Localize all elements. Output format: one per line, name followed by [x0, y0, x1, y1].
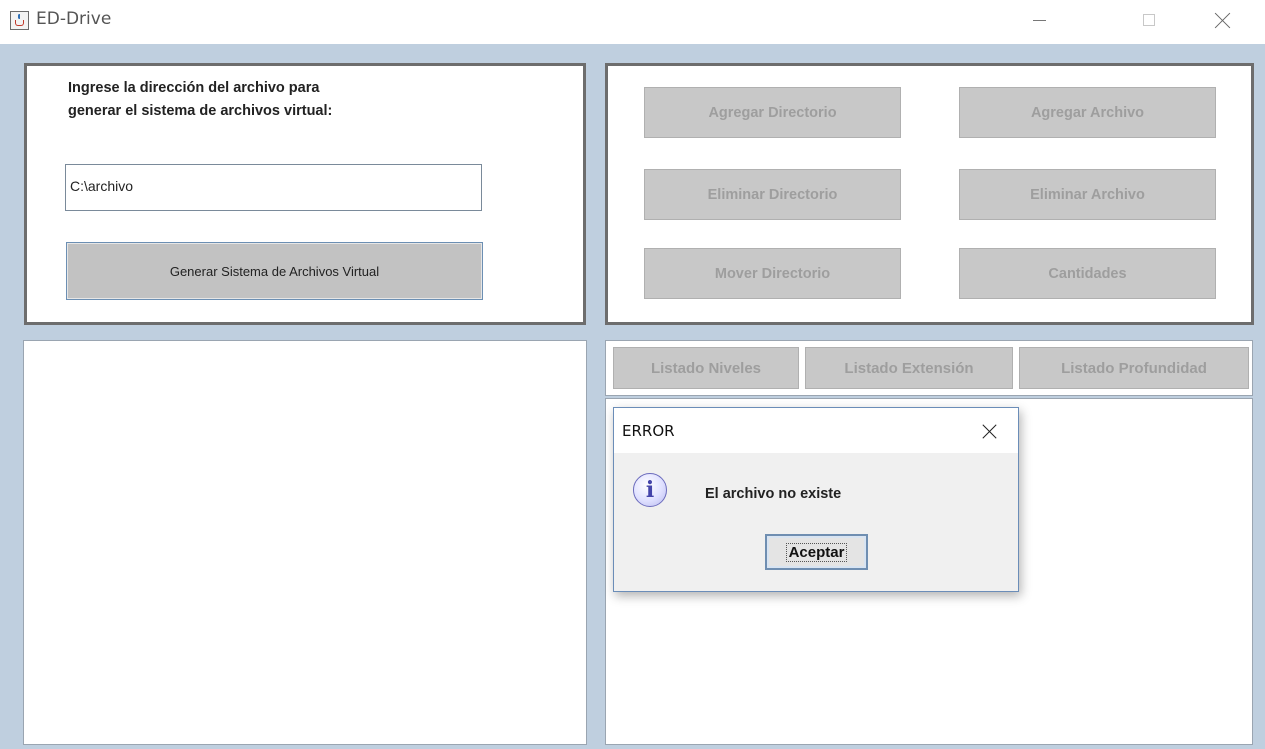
ok-button-label: Aceptar — [785, 542, 848, 562]
add-directory-button[interactable]: Agregar Directorio — [644, 87, 901, 138]
close-button[interactable] — [1200, 0, 1246, 40]
listing-tabs-panel: Listado Niveles Listado Extensión Listad… — [605, 340, 1253, 396]
dialog-message: El archivo no existe — [705, 486, 842, 502]
error-dialog: ERROR i El archivo no existe Aceptar — [613, 407, 1019, 592]
dialog-title-bar: ERROR — [614, 408, 1018, 453]
actions-panel: Agregar Directorio Agregar Archivo Elimi… — [605, 63, 1254, 325]
listing-depth-button[interactable]: Listado Profundidad — [1019, 347, 1249, 389]
listing-levels-button[interactable]: Listado Niveles — [613, 347, 799, 389]
add-file-button[interactable]: Agregar Archivo — [959, 87, 1216, 138]
maximize-icon — [1143, 14, 1155, 26]
path-input[interactable]: C:\archivo — [65, 164, 482, 211]
title-bar: ED-Drive — [0, 0, 1265, 44]
prompt-line-2: generar el sistema de archivos virtual: — [68, 103, 333, 119]
close-icon — [1215, 12, 1231, 28]
directory-tree-panel[interactable] — [23, 340, 587, 745]
path-prompt: Ingrese la dirección del archivo para ge… — [68, 77, 332, 123]
listing-extension-button[interactable]: Listado Extensión — [805, 347, 1013, 389]
window-title: ED-Drive — [36, 9, 112, 29]
maximize-button[interactable] — [1126, 0, 1172, 40]
counts-button[interactable]: Cantidades — [959, 248, 1216, 299]
ok-button[interactable]: Aceptar — [765, 534, 868, 570]
prompt-line-1: Ingrese la dirección del archivo para — [68, 80, 320, 96]
minimize-button[interactable] — [1016, 0, 1062, 40]
generate-filesystem-button[interactable]: Generar Sistema de Archivos Virtual — [66, 242, 483, 300]
java-cup-icon — [10, 11, 29, 30]
info-icon: i — [633, 473, 667, 507]
delete-file-button[interactable]: Eliminar Archivo — [959, 169, 1216, 220]
path-input-panel: Ingrese la dirección del archivo para ge… — [24, 63, 586, 325]
dialog-title: ERROR — [622, 422, 675, 440]
minimize-icon — [1032, 19, 1046, 21]
dialog-close-button[interactable] — [971, 414, 1009, 448]
move-directory-button[interactable]: Mover Directorio — [644, 248, 901, 299]
delete-directory-button[interactable]: Eliminar Directorio — [644, 169, 901, 220]
main-content: Ingrese la dirección del archivo para ge… — [0, 44, 1265, 749]
